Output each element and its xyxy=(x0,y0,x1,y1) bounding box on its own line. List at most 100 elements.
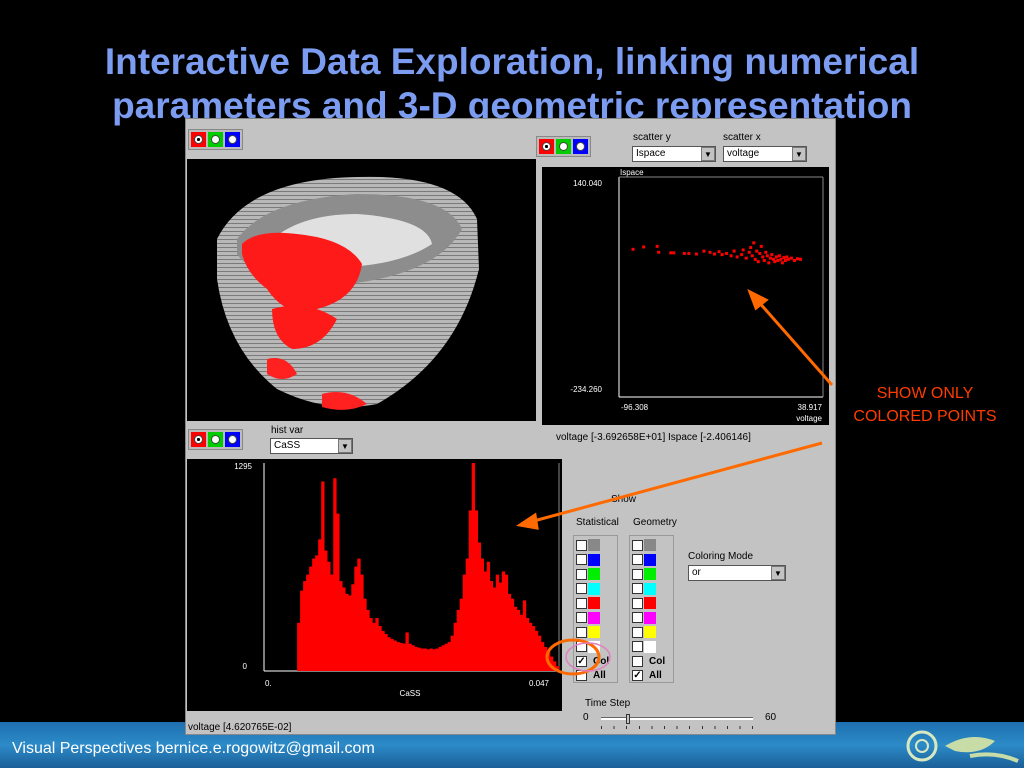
scatter-x-label: scatter x xyxy=(723,132,761,143)
time-step-slider[interactable] xyxy=(601,714,753,730)
color-filter-checkbox[interactable] xyxy=(576,554,587,566)
scatter-point xyxy=(732,249,736,253)
all-checkbox[interactable] xyxy=(576,670,587,682)
histogram-bar xyxy=(354,566,358,671)
color-filter-checkbox[interactable] xyxy=(576,626,587,638)
radio-red[interactable] xyxy=(191,432,206,447)
color-swatch xyxy=(588,611,600,624)
color-filter-row xyxy=(576,596,615,611)
radio-green[interactable] xyxy=(556,139,571,154)
histogram-bar xyxy=(375,617,379,671)
scatter-point xyxy=(764,250,768,254)
annotation-line-1: SHOW ONLY xyxy=(876,385,974,402)
color-filter-checkbox[interactable] xyxy=(632,568,643,580)
color-swatch xyxy=(644,640,656,653)
histogram-bar xyxy=(549,656,554,671)
radio-green[interactable] xyxy=(208,432,223,447)
scatter-plot-panel[interactable]: Ispace 140.040 -234.260 -96.308 38.917 v… xyxy=(542,167,829,425)
color-filter-row xyxy=(576,538,615,553)
scatter-point xyxy=(789,256,793,260)
histogram-bar xyxy=(363,598,367,671)
all-row: ✓ All xyxy=(632,669,671,684)
slider-thumb[interactable] xyxy=(625,714,630,724)
histogram-bar xyxy=(459,598,463,671)
radio-green[interactable] xyxy=(208,132,223,147)
col-row: Col xyxy=(632,654,671,669)
scatter-plot: Ispace 140.040 -234.260 -96.308 38.917 v… xyxy=(570,168,824,423)
scatter-point xyxy=(672,251,676,255)
color-filter-checkbox[interactable] xyxy=(632,612,643,624)
scatter-point xyxy=(798,257,802,261)
histogram-bar xyxy=(525,617,530,671)
color-filter-checkbox[interactable] xyxy=(576,539,587,551)
histogram-bar xyxy=(405,632,409,671)
scatter-x-select[interactable]: voltage ▼ xyxy=(723,146,807,162)
histogram-bar xyxy=(417,647,421,671)
scatter-point xyxy=(720,253,724,257)
histogram-bar xyxy=(408,643,412,671)
histogram-bar xyxy=(546,651,551,671)
histogram: 1295 0 0. 0.047 CaSS xyxy=(234,462,560,698)
histogram-panel[interactable]: 1295 0 0. 0.047 CaSS xyxy=(187,459,562,711)
histogram-bar xyxy=(447,642,451,671)
color-filter-row xyxy=(632,567,671,582)
col-label: Col xyxy=(649,655,666,667)
color-swatch xyxy=(644,539,656,552)
histogram-bar xyxy=(402,643,406,671)
histogram-bar xyxy=(471,463,476,671)
hist-color-radios xyxy=(188,429,243,450)
scatter-point xyxy=(752,241,756,245)
color-filter-checkbox[interactable] xyxy=(576,612,587,624)
radio-blue[interactable] xyxy=(225,132,240,147)
color-filter-checkbox[interactable] xyxy=(576,583,587,595)
histogram-bar xyxy=(411,645,415,671)
color-filter-checkbox[interactable] xyxy=(632,597,643,609)
color-filter-checkbox[interactable] xyxy=(632,626,643,638)
radio-blue[interactable] xyxy=(573,139,588,154)
geometry-group: Col ✓ All xyxy=(629,535,674,683)
radio-red[interactable] xyxy=(539,139,554,154)
color-filter-checkbox[interactable] xyxy=(576,641,587,653)
color-filter-checkbox[interactable] xyxy=(632,554,643,566)
histogram-bar xyxy=(474,510,479,671)
col-checkbox[interactable]: ✓ xyxy=(576,655,587,667)
geometry-3d-view[interactable] xyxy=(187,159,536,421)
scatter-point xyxy=(767,261,771,265)
histogram-bar xyxy=(534,630,539,671)
coloring-mode-select[interactable]: or ▼ xyxy=(688,565,786,581)
time-min-label: 0 xyxy=(583,712,589,723)
scatter-y-select[interactable]: Ispace ▼ xyxy=(632,146,716,162)
histogram-bar xyxy=(552,661,557,671)
color-filter-checkbox[interactable] xyxy=(632,539,643,551)
scatter-point xyxy=(792,258,796,262)
histogram-bar xyxy=(351,584,355,671)
color-filter-checkbox[interactable] xyxy=(576,568,587,580)
scatter-point xyxy=(750,254,754,258)
color-filter-row xyxy=(632,611,671,626)
histogram-bar xyxy=(435,648,439,671)
scatter-point xyxy=(756,260,760,264)
radio-blue[interactable] xyxy=(225,432,240,447)
color-filter-checkbox[interactable] xyxy=(632,641,643,653)
all-checkbox[interactable]: ✓ xyxy=(632,670,643,682)
col-checkbox[interactable] xyxy=(632,655,643,667)
scatter-y-label: scatter y xyxy=(633,132,671,143)
col-label: Col xyxy=(593,655,610,667)
chevron-down-icon: ▼ xyxy=(792,147,806,161)
scatter-point xyxy=(755,249,759,253)
scatter-point xyxy=(749,246,753,250)
y-min-tick: -234.260 xyxy=(570,385,602,394)
annotation-line-2: COLORED POINTS xyxy=(853,408,997,425)
histogram-bar xyxy=(366,609,370,671)
histogram-bar xyxy=(372,622,376,671)
color-swatch xyxy=(644,611,656,624)
color-filter-checkbox[interactable] xyxy=(576,597,587,609)
color-filter-checkbox[interactable] xyxy=(632,583,643,595)
histogram-bar xyxy=(321,481,325,671)
time-step-label: Time Step xyxy=(585,698,631,709)
scatter-point xyxy=(717,250,721,254)
histogram-bar xyxy=(387,637,391,671)
hist-var-select[interactable]: CaSS ▼ xyxy=(270,438,353,454)
radio-red[interactable] xyxy=(191,132,206,147)
histogram-bar xyxy=(327,561,331,671)
